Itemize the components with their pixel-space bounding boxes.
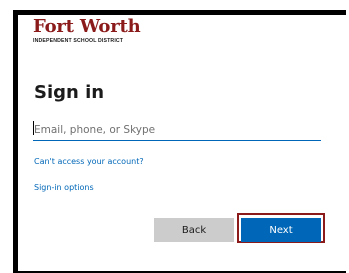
email-field-container	[33, 118, 322, 141]
sign-in-options-link[interactable]: Sign-in options	[34, 183, 94, 193]
cant-access-account-link[interactable]: Can't access your account?	[34, 157, 144, 167]
district-logo: Fort Worth INDEPENDENT SCHOOL DISTRICT	[33, 16, 141, 45]
back-button[interactable]: Back	[154, 218, 234, 242]
page-title: Sign in	[34, 82, 105, 103]
next-button[interactable]: Next	[241, 218, 321, 242]
email-input[interactable]	[33, 120, 322, 140]
logo-subtitle: INDEPENDENT SCHOOL DISTRICT	[33, 38, 124, 44]
text-cursor	[33, 121, 34, 135]
logo-title: Fort Worth	[33, 16, 141, 37]
